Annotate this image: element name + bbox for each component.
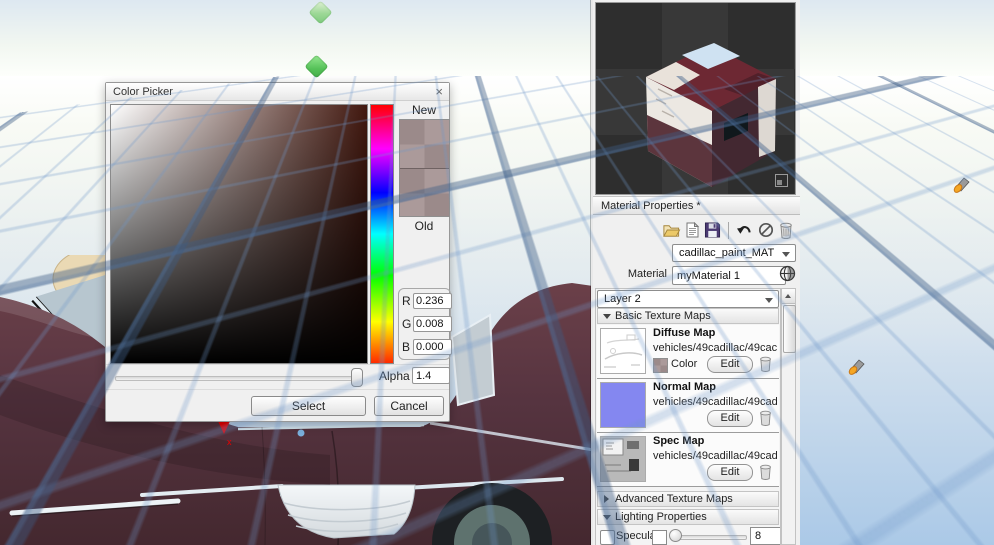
triangle-expanded-icon [603,515,611,520]
trash-icon[interactable] [759,464,772,480]
new-color-label: New [411,103,436,117]
edit-diffuse-button[interactable]: Edit [707,356,753,373]
hue-slider[interactable] [370,104,394,364]
material-name-label: Material [627,268,667,280]
map-path: vehicles/49cadillac/49cad [653,450,778,462]
alpha-slider-handle[interactable] [351,368,363,387]
alpha-row: Alpha [106,364,450,389]
panel-scroll-content: Layer 2 Basic Texture Maps Diffuse Map v… [595,288,781,545]
layer-select[interactable]: Layer 2 [597,290,779,308]
scrollbar-thumb[interactable] [783,305,796,353]
map-title: Normal Map [653,381,716,393]
material-preview-3d[interactable] [595,2,796,195]
specular-slider-track[interactable] [673,535,747,540]
material-select[interactable]: cadillac_paint_MAT [672,244,796,262]
specular-checkbox[interactable] [600,530,615,545]
alpha-slider-track[interactable] [115,376,362,381]
material-select-value: cadillac_paint_MAT [679,247,775,259]
specular-row: Specular [597,527,780,545]
map-path: vehicles/49cadillac/49cac [653,342,778,354]
spotlight-gizmo-left[interactable] [846,357,866,375]
chevron-down-icon [765,298,773,303]
close-icon[interactable]: × [435,83,443,100]
scroll-up-icon [785,294,791,298]
red-channel-label: R [402,294,411,308]
dialog-titlebar[interactable]: Color Picker × [106,83,449,101]
spec-map-entry: Spec Map vehicles/49cadillac/49cad Edit [597,433,779,487]
material-name-input[interactable] [672,266,786,285]
layer-select-value: Layer 2 [604,293,641,305]
globe-icon[interactable] [779,265,796,282]
dialog-buttons: Select Cancel [106,389,449,423]
saturation-value-field[interactable] [110,104,368,364]
toolbar-separator [728,221,729,239]
undo-icon[interactable] [736,223,753,238]
new-old-color-swatch [399,119,450,217]
map-path: vehicles/49cadillac/49cad [653,396,778,408]
map-title: Diffuse Map [653,327,716,339]
rgb-fields: R G B [398,288,452,360]
section-basic-texture-maps[interactable]: Basic Texture Maps [597,308,779,324]
specular-value-input[interactable] [750,527,780,545]
panel-scrollbar[interactable] [781,288,796,545]
edit-spec-button[interactable]: Edit [707,464,753,481]
dialog-title: Color Picker [113,86,173,98]
specular-color-swatch[interactable] [652,530,667,545]
red-channel-input[interactable] [413,293,452,309]
application-window: x Color Picker × New Old R 0.236 G 0.008… [0,0,994,545]
expand-preview-icon[interactable] [775,174,788,187]
section-label: Lighting Properties [615,511,707,523]
preview-cube [646,43,776,187]
alpha-input[interactable] [412,367,450,384]
triangle-collapsed-icon [604,495,609,503]
blue-channel-label: B [402,340,411,354]
cancel-button[interactable]: Cancel [374,396,444,416]
green-channel-input[interactable] [413,316,452,332]
green-channel-label: G [402,317,412,331]
map-title: Spec Map [653,435,705,447]
select-button[interactable]: Select [251,396,366,416]
color-picker-dialog: Color Picker × New Old R G B [105,82,452,423]
alpha-label: Alpha [379,369,410,383]
trash-icon[interactable] [759,410,772,426]
material-properties-panel: Material Properties * cadillac_paint_MAT… [591,0,800,545]
section-lighting-properties[interactable]: Lighting Properties [597,509,779,525]
scroll-up-button[interactable] [782,289,795,304]
trash-icon[interactable] [759,356,772,372]
save-icon[interactable] [704,222,721,238]
no-entry-icon[interactable] [758,222,774,238]
diffuse-color-swatch[interactable] [653,358,668,373]
normal-map-thumbnail[interactable] [600,382,646,428]
section-label: Basic Texture Maps [615,310,711,322]
viewport-sky [0,0,994,76]
new-document-icon[interactable] [686,222,699,238]
old-color-label: Old [414,219,434,233]
triangle-expanded-icon [603,314,611,319]
vertex-handle[interactable] [297,429,305,437]
axis-x-label: x [227,437,232,447]
edit-normal-button[interactable]: Edit [707,410,753,427]
material-toolbar [662,219,793,241]
trash-icon[interactable] [779,222,793,239]
diffuse-map-entry: Diffuse Map vehicles/49cadillac/49cac Co… [597,325,779,379]
blue-channel-input[interactable] [413,339,452,355]
panel-title: Material Properties * [593,196,800,215]
normal-map-entry: Normal Map vehicles/49cadillac/49cad Edi… [597,379,779,433]
diffuse-map-thumbnail[interactable] [600,328,646,374]
swatch-divider [400,168,449,169]
spotlight-gizmo-right[interactable] [951,175,971,193]
section-label: Advanced Texture Maps [615,493,733,505]
open-folder-icon[interactable] [662,222,681,238]
diffuse-color-label: Color [671,358,698,370]
chevron-down-icon [782,252,790,257]
spec-map-thumbnail[interactable] [600,436,646,482]
specular-slider-handle[interactable] [669,529,682,542]
section-advanced-texture-maps[interactable]: Advanced Texture Maps [597,491,779,507]
